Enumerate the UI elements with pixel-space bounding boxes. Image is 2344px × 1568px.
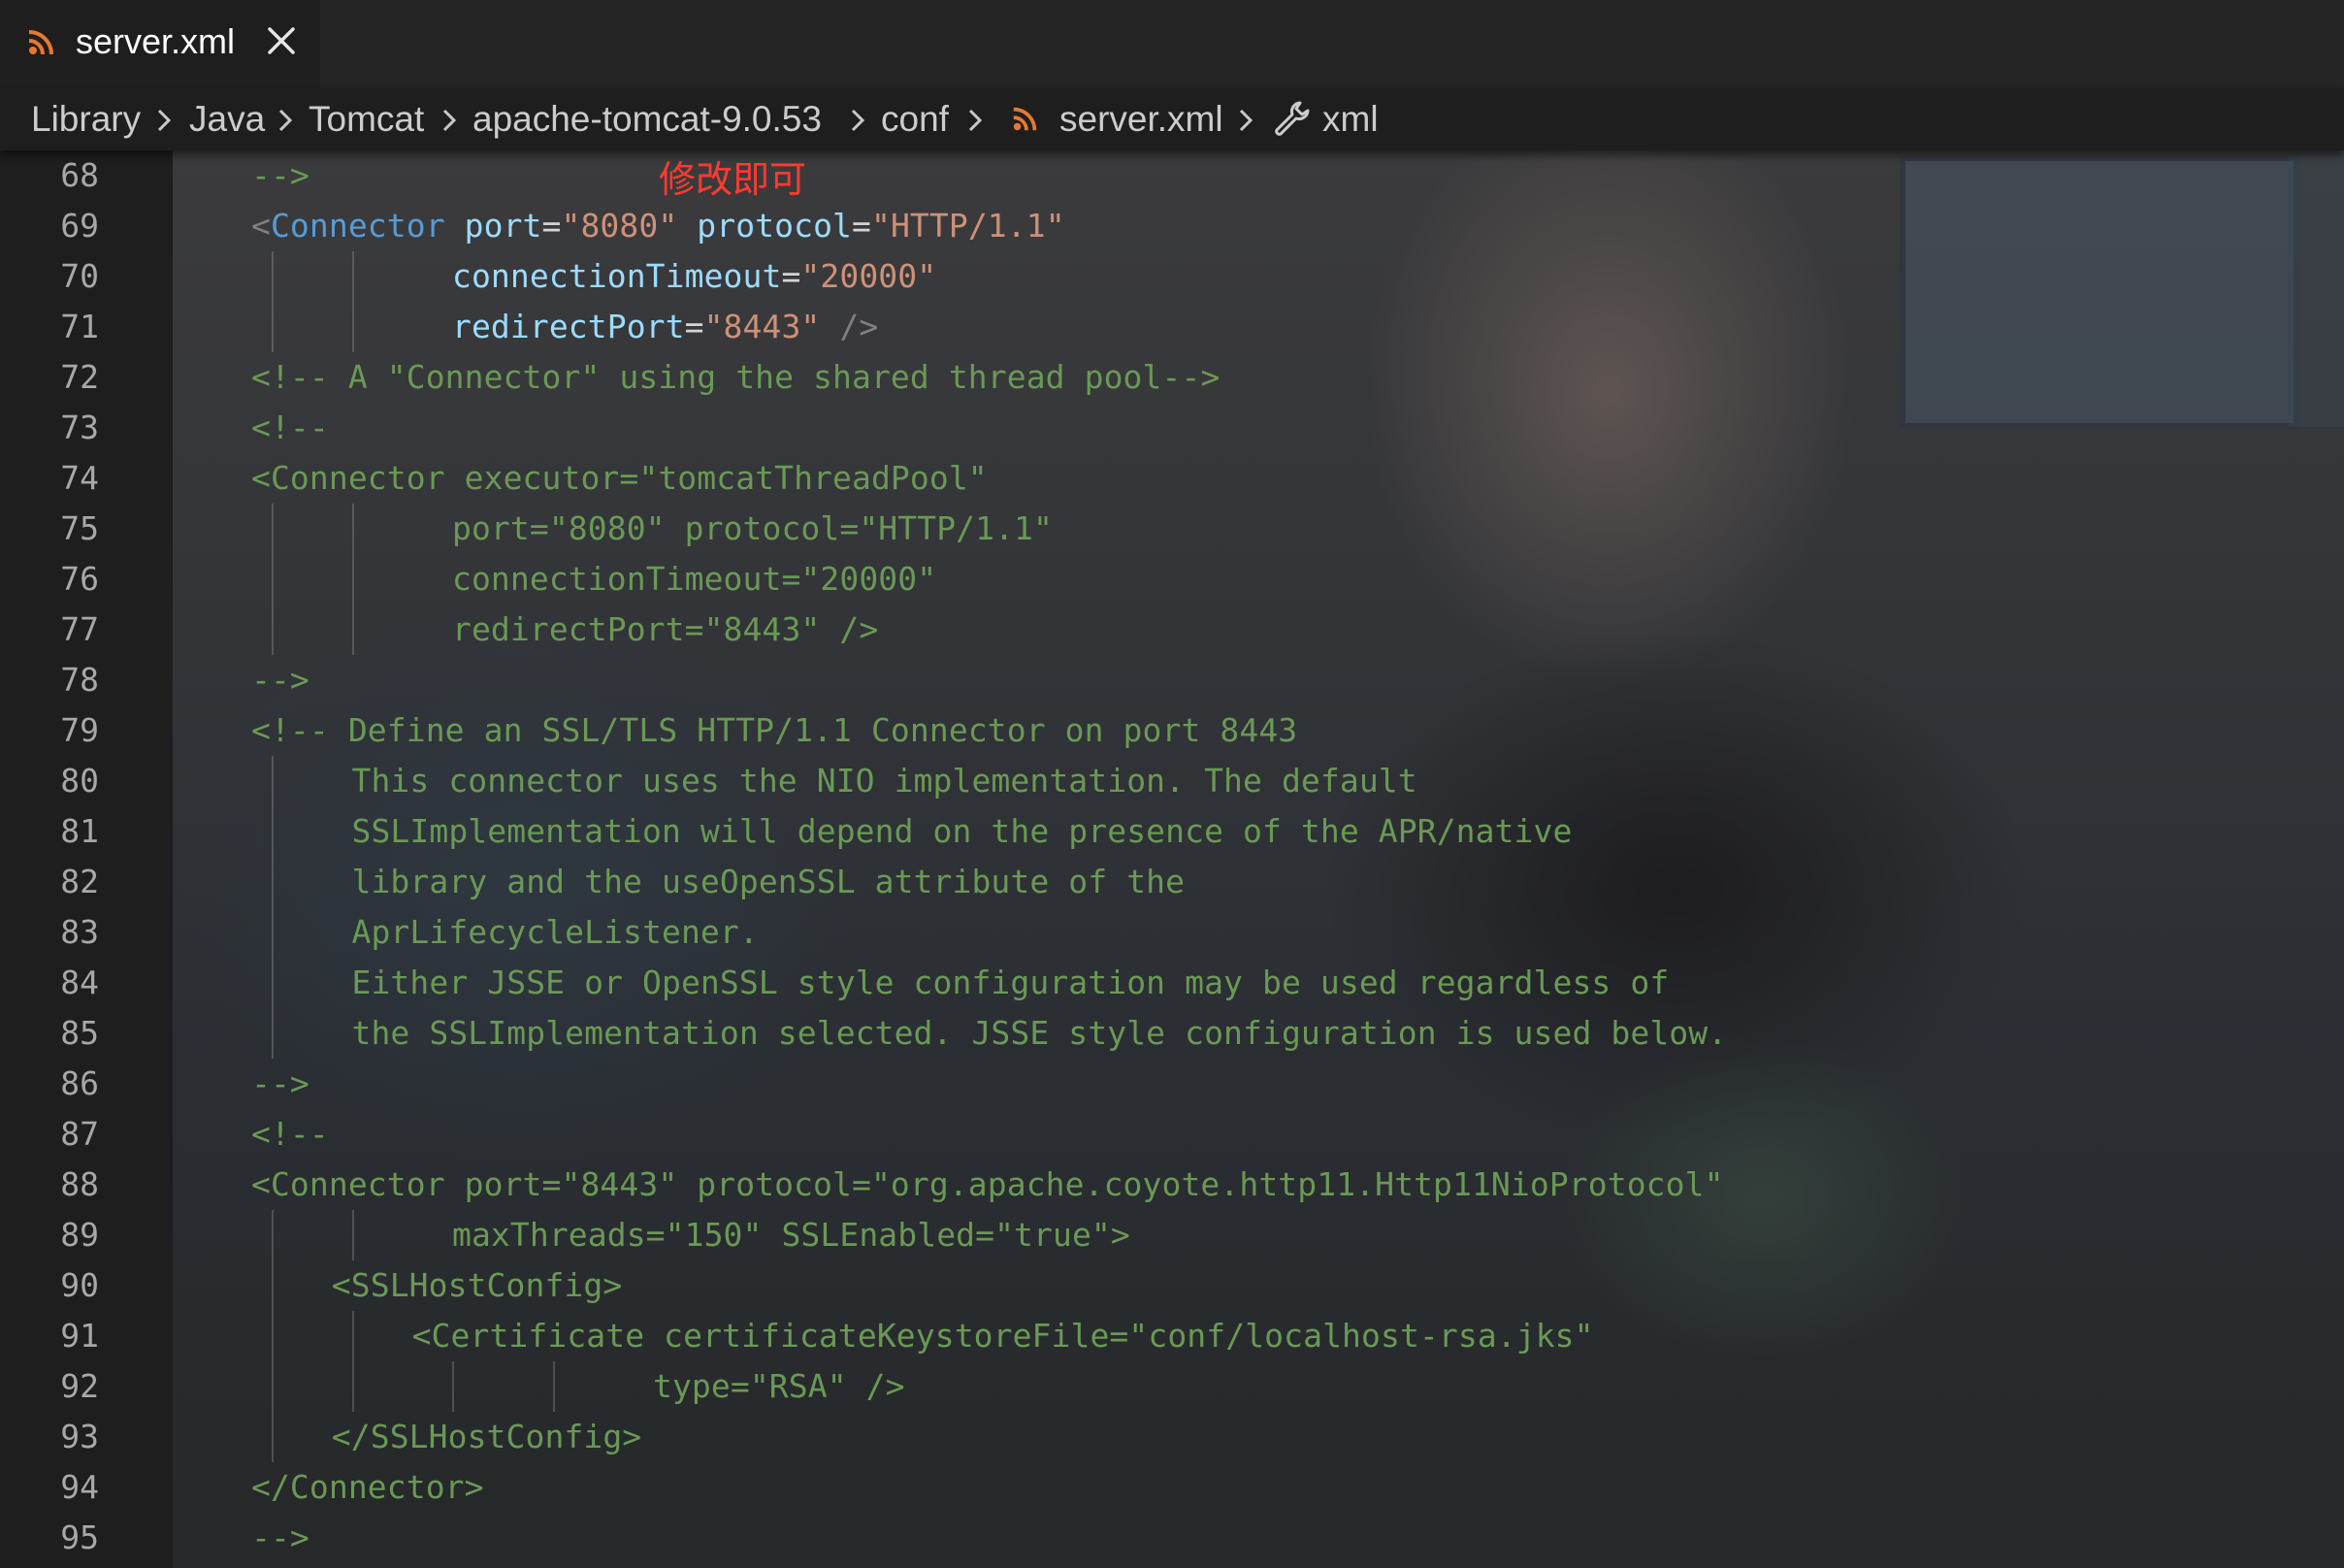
chevron-right-icon [1239, 109, 1253, 132]
code-line: </Connector> [251, 1468, 484, 1506]
breadcrumb-item-java[interactable]: Java [189, 96, 265, 143]
line-number: 95 [60, 1519, 99, 1556]
line-number: 87 [60, 1115, 99, 1153]
indent-guide [271, 504, 274, 655]
line-number: 70 [60, 257, 99, 295]
indent-guide [271, 251, 274, 352]
line-number: 83 [60, 913, 99, 951]
code-line: <!-- [251, 408, 329, 446]
tab-label: server.xml [76, 21, 236, 61]
code-line: redirectPort="8443" /> [452, 308, 879, 345]
line-number: 78 [60, 661, 99, 699]
code-editor[interactable]: 68 69 70 71 72 73 74 75 76 77 78 79 80 81 82 83 84 85 86 87… [0, 150, 2344, 1568]
rss-icon [28, 30, 53, 55]
close-icon[interactable] [264, 23, 299, 58]
breadcrumb-item-server-xml[interactable]: server.xml [1059, 96, 1223, 143]
indent-guide [351, 504, 354, 655]
tab-bar: server.xml [0, 0, 2344, 88]
line-number: 73 [60, 408, 99, 446]
breadcrumb-item-apache-tomcat[interactable]: apache-tomcat-9.0.53 [472, 96, 822, 143]
indent-guide [271, 1210, 274, 1462]
line-number: 88 [60, 1165, 99, 1203]
code-line: <SSLHostConfig> [331, 1266, 623, 1304]
line-number: 80 [60, 762, 99, 800]
line-number: 90 [60, 1266, 99, 1304]
breadcrumb-item-library[interactable]: Library [31, 96, 141, 143]
code-line: This connector uses the NIO implementati… [351, 762, 1417, 800]
code-line: connectionTimeout="20000" [452, 257, 937, 295]
indent-guide [271, 756, 274, 1059]
code-line: </SSLHostConfig> [331, 1418, 642, 1455]
line-number: 71 [60, 308, 99, 345]
line-number: 92 [60, 1367, 99, 1405]
breadcrumb-item-conf[interactable]: conf [881, 96, 949, 143]
code-line: <!-- Define an SSL/TLS HTTP/1.1 Connecto… [251, 711, 1298, 749]
line-number: 84 [60, 964, 99, 1001]
code-line: type="RSA" /> [653, 1367, 905, 1405]
line-number: 77 [60, 610, 99, 648]
code-line: <!-- [251, 1115, 329, 1153]
indent-guide [351, 1311, 354, 1412]
line-number: 86 [60, 1064, 99, 1102]
code-line: <Connector port="8443" protocol="org.apa… [251, 1165, 1724, 1203]
line-number: 79 [60, 711, 99, 749]
code-line: --> [251, 661, 309, 699]
code-line: --> [251, 1064, 309, 1102]
tab-server-xml[interactable]: server.xml [0, 0, 320, 88]
line-number: 68 [60, 156, 99, 194]
chevron-right-icon [278, 109, 293, 132]
code-line: AprLifecycleListener. [351, 913, 759, 951]
line-number-gutter: 68 69 70 71 72 73 74 75 76 77 78 79 80 81 82 83 84 85 86 87… [0, 150, 173, 1568]
code-content[interactable]: 修改即可 --> <Connector port="8080" protocol=… [173, 150, 2344, 1568]
line-number: 75 [60, 509, 99, 547]
code-line: maxThreads="150" SSLEnabled="true"> [452, 1216, 1130, 1254]
chevron-right-icon [851, 109, 865, 132]
chevron-right-icon [157, 109, 172, 132]
breadcrumb: Library Java Tomcat apache-tomcat-9.0.53… [0, 88, 2344, 150]
code-line: Either JSSE or OpenSSL style configurati… [351, 964, 1670, 1001]
line-number: 94 [60, 1468, 99, 1506]
breadcrumb-item-tomcat[interactable]: Tomcat [309, 96, 424, 143]
annotation-text: 修改即可 [659, 158, 807, 201]
code-line: <Connector port="8080" protocol="HTTP/1.… [251, 207, 1065, 245]
line-number: 76 [60, 560, 99, 598]
code-line: --> [251, 156, 309, 194]
code-line: port="8080" protocol="HTTP/1.1" [452, 509, 1053, 547]
indent-guide [552, 1361, 555, 1412]
code-line: connectionTimeout="20000" [452, 560, 937, 598]
indent-guide [452, 1361, 454, 1412]
indent-guide [351, 251, 354, 352]
indent-guide [351, 1210, 354, 1260]
code-line: --> [251, 1519, 309, 1556]
code-line: SSLImplementation will depend on the pre… [351, 812, 1573, 850]
code-line: <!-- A "Connector" using the shared thre… [251, 358, 1221, 396]
line-number: 89 [60, 1216, 99, 1254]
line-number: 69 [60, 207, 99, 245]
line-number: 74 [60, 459, 99, 497]
code-line: library and the useOpenSSL attribute of … [351, 863, 1186, 900]
background-window [1900, 155, 2299, 429]
code-line: redirectPort="8443" /> [452, 610, 879, 648]
breadcrumb-item-xml[interactable]: xml [1322, 96, 1379, 143]
line-number: 81 [60, 812, 99, 850]
background-window [2288, 155, 2344, 427]
line-number: 93 [60, 1418, 99, 1455]
code-line: the SSLImplementation selected. JSSE sty… [351, 1014, 1728, 1052]
wrench-icon [1275, 101, 1310, 136]
line-number: 91 [60, 1317, 99, 1355]
line-number: 72 [60, 358, 99, 396]
code-line: <Connector executor="tomcatThreadPool" [251, 459, 988, 497]
chevron-right-icon [442, 109, 457, 132]
code-line: <Certificate certificateKeystoreFile="co… [411, 1317, 1594, 1355]
rss-icon [1013, 107, 1037, 131]
line-number: 82 [60, 863, 99, 900]
line-number: 85 [60, 1014, 99, 1052]
chevron-right-icon [968, 109, 983, 132]
